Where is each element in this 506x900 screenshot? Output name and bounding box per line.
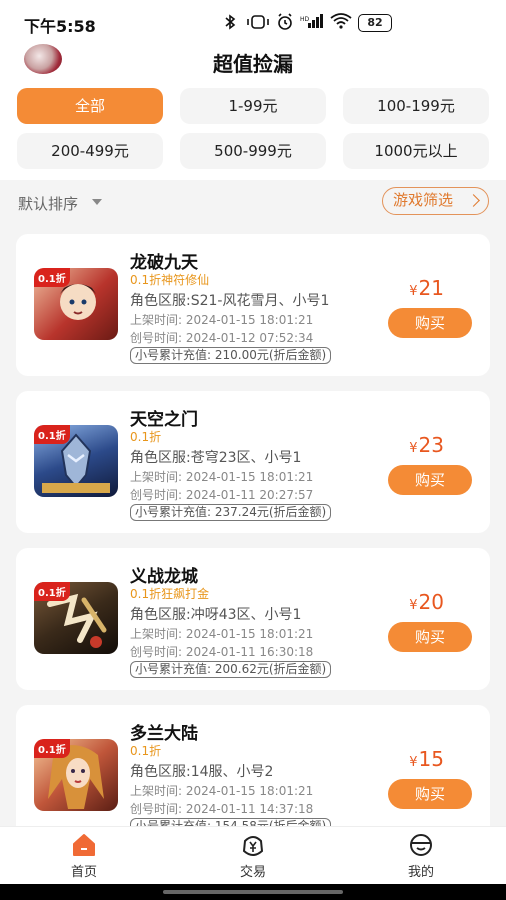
price: ¥23 bbox=[409, 433, 444, 457]
discount-tag: 0.1折 bbox=[130, 430, 162, 444]
filter-chip-100-199[interactable]: 100-199元 bbox=[343, 88, 489, 124]
filter-chip-all[interactable]: 全部 bbox=[17, 88, 163, 124]
recharge-total: 小号累计充值: 154.58元(折后金额) bbox=[130, 818, 332, 826]
alarm-icon bbox=[278, 13, 292, 30]
list-item[interactable]: 0.1折 多兰大陆 0.1折 角色区服:14服、小号2 上架时间: 2024-0… bbox=[16, 705, 490, 826]
tab-profile[interactable]: 我的 bbox=[376, 833, 466, 880]
page-title: 超值捡漏 bbox=[213, 52, 293, 76]
discount-tag: 0.1折狂飙打金 bbox=[130, 587, 210, 601]
buy-button[interactable]: 购买 bbox=[388, 622, 472, 652]
price-value: 21 bbox=[418, 276, 444, 300]
filter-chip-500-999[interactable]: 500-999元 bbox=[180, 133, 326, 169]
profile-icon bbox=[410, 834, 432, 856]
list-item[interactable]: 0.1折 天空之门 0.1折 角色区服:苍穹23区、小号1 上架时间: 2024… bbox=[16, 391, 490, 533]
trade-icon bbox=[242, 836, 264, 856]
chevron-right-icon bbox=[467, 194, 480, 207]
price-value: 15 bbox=[418, 747, 444, 771]
buy-button[interactable]: 购买 bbox=[388, 308, 472, 338]
game-icon: 0.1折 bbox=[34, 582, 118, 654]
listed-time: 上架时间: 2024-01-15 18:01:21 bbox=[130, 470, 314, 484]
game-icon: 0.1折 bbox=[34, 425, 118, 497]
filter-chip-200-499[interactable]: 200-499元 bbox=[17, 133, 163, 169]
tab-home-label: 首页 bbox=[70, 865, 97, 880]
listed-time: 上架时间: 2024-01-15 18:01:21 bbox=[130, 313, 314, 327]
game-filter-button[interactable]: 游戏筛选 bbox=[382, 187, 489, 215]
filter-chip-1-99[interactable]: 1-99元 bbox=[180, 88, 326, 124]
currency-symbol: ¥ bbox=[409, 755, 418, 770]
listed-time: 上架时间: 2024-01-15 18:01:21 bbox=[130, 627, 314, 641]
game-name: 天空之门 bbox=[130, 410, 198, 430]
price: ¥20 bbox=[409, 590, 444, 614]
discount-badge: 0.1折 bbox=[34, 425, 70, 444]
server-info: 角色区服:苍穹23区、小号1 bbox=[130, 450, 302, 466]
listing-list[interactable]: 0.1折 龙破九天 0.1折神符修仙 角色区服:S21-风花雪月、小号1 上架时… bbox=[0, 234, 506, 826]
listed-time: 上架时间: 2024-01-15 18:01:21 bbox=[130, 784, 314, 798]
caret-down-icon bbox=[92, 199, 102, 205]
currency-symbol: ¥ bbox=[409, 284, 418, 299]
price-value: 23 bbox=[418, 433, 444, 457]
currency-symbol: ¥ bbox=[409, 598, 418, 613]
game-name: 义战龙城 bbox=[130, 567, 198, 587]
discount-badge: 0.1折 bbox=[34, 582, 70, 601]
sort-row: 默认排序 游戏筛选 bbox=[0, 180, 506, 226]
game-name: 龙破九天 bbox=[130, 253, 198, 273]
created-time: 创号时间: 2024-01-11 20:27:57 bbox=[130, 488, 314, 502]
filter-chip-1000-plus[interactable]: 1000元以上 bbox=[343, 133, 489, 169]
recharge-total: 小号累计充值: 237.24元(折后金额) bbox=[130, 504, 332, 521]
battery-indicator: 82 bbox=[358, 14, 392, 32]
discount-tag: 0.1折 bbox=[130, 744, 162, 758]
tab-trade[interactable]: 交易 bbox=[208, 833, 298, 880]
server-info: 角色区服:S21-风花雪月、小号1 bbox=[130, 293, 330, 309]
discount-badge: 0.1折 bbox=[34, 739, 70, 758]
created-time: 创号时间: 2024-01-11 16:30:18 bbox=[130, 645, 314, 659]
price: ¥15 bbox=[409, 747, 444, 771]
tab-profile-label: 我的 bbox=[407, 865, 434, 880]
buy-button[interactable]: 购买 bbox=[388, 465, 472, 495]
header: 超值捡漏 bbox=[0, 44, 506, 84]
status-time: 下午5:58 bbox=[24, 17, 96, 36]
server-info: 角色区服:冲呀43区、小号1 bbox=[130, 607, 302, 623]
status-bar: 下午5:58 HD 82 bbox=[0, 0, 506, 44]
game-filter-label: 游戏筛选 bbox=[393, 191, 454, 209]
bottom-tab-bar: 首页 交易 我的 bbox=[0, 826, 506, 884]
system-nav-bar bbox=[0, 884, 506, 900]
home-indicator[interactable] bbox=[163, 890, 343, 894]
server-info: 角色区服:14服、小号2 bbox=[130, 764, 274, 780]
created-time: 创号时间: 2024-01-11 14:37:18 bbox=[130, 802, 314, 816]
svg-text:HD: HD bbox=[300, 16, 310, 23]
discount-badge: 0.1折 bbox=[34, 268, 70, 287]
buy-button[interactable]: 购买 bbox=[388, 779, 472, 809]
game-icon: 0.1折 bbox=[34, 739, 118, 811]
home-icon bbox=[73, 834, 95, 856]
game-icon: 0.1折 bbox=[34, 268, 118, 340]
price-filter-group: 全部 1-99元 100-199元 200-499元 500-999元 1000… bbox=[0, 84, 506, 180]
wifi-icon bbox=[330, 13, 352, 29]
list-item[interactable]: 0.1折 义战龙城 0.1折狂飙打金 角色区服:冲呀43区、小号1 上架时间: … bbox=[16, 548, 490, 690]
tab-home[interactable]: 首页 bbox=[39, 833, 129, 880]
bluetooth-icon bbox=[225, 14, 236, 30]
recharge-total: 小号累计充值: 210.00元(折后金额) bbox=[130, 347, 332, 364]
price: ¥21 bbox=[409, 276, 444, 300]
tab-trade-label: 交易 bbox=[239, 865, 266, 880]
game-name: 多兰大陆 bbox=[130, 724, 198, 744]
currency-symbol: ¥ bbox=[409, 441, 418, 456]
sort-dropdown[interactable]: 默认排序 bbox=[18, 193, 78, 214]
vibrate-icon bbox=[247, 15, 269, 29]
created-time: 创号时间: 2024-01-12 07:52:34 bbox=[130, 331, 314, 345]
list-item[interactable]: 0.1折 龙破九天 0.1折神符修仙 角色区服:S21-风花雪月、小号1 上架时… bbox=[16, 234, 490, 376]
signal-icon: HD bbox=[300, 14, 323, 28]
recharge-total: 小号累计充值: 200.62元(折后金额) bbox=[130, 661, 332, 678]
discount-tag: 0.1折神符修仙 bbox=[130, 273, 210, 287]
price-value: 20 bbox=[418, 590, 444, 614]
